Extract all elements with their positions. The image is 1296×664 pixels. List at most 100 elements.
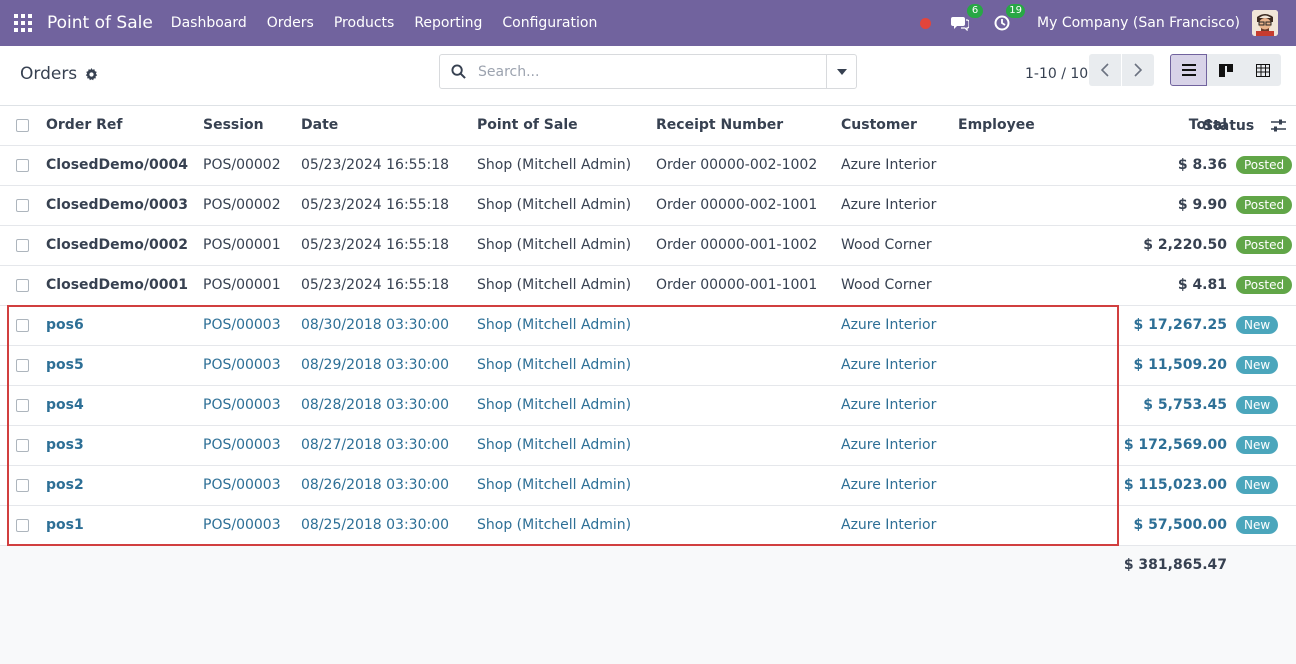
checkbox-cell: [0, 305, 46, 346]
table-row[interactable]: pos2 POS/00003 08/26/2018 03:30:00 Shop (Mi…: [0, 465, 1296, 506]
table-row[interactable]: pos3 POS/00003 08/27/2018 03:30:00 Shop (Mi…: [0, 425, 1296, 466]
customer-cell: Wood Corner: [841, 225, 958, 266]
menu-dashboard[interactable]: Dashboard: [171, 15, 247, 31]
checkbox-cell: [0, 145, 46, 186]
employee-cell: [958, 225, 1088, 266]
row-checkbox[interactable]: [16, 438, 29, 452]
status-badge: New: [1236, 476, 1279, 494]
session-cell: POS/00001: [203, 265, 301, 306]
employee-cell: [958, 465, 1088, 506]
status-badge: Posted: [1236, 236, 1293, 254]
status-badge: Posted: [1236, 156, 1293, 174]
table-row[interactable]: pos6 POS/00003 08/30/2018 03:30:00 Shop (Mi…: [0, 305, 1296, 346]
table-row[interactable]: ClosedDemo/0001 POS/00001 05/23/2024 16:55…: [0, 265, 1296, 306]
col-status[interactable]: Status: [1203, 118, 1254, 134]
search-input[interactable]: [476, 62, 826, 81]
clock-icon[interactable]: 19: [991, 4, 1026, 34]
order-ref-cell: ClosedDemo/0004: [46, 145, 203, 186]
total-cell: $ 57,500.00: [1088, 505, 1236, 546]
status-cell: Posted: [1236, 145, 1296, 186]
menu-reporting[interactable]: Reporting: [414, 15, 482, 31]
col-date[interactable]: Date: [301, 106, 477, 146]
list-icon: [1181, 64, 1196, 76]
row-checkbox[interactable]: [16, 358, 29, 372]
menu-products[interactable]: Products: [334, 15, 394, 31]
avatar[interactable]: [1252, 10, 1278, 36]
menu-configuration[interactable]: Configuration: [502, 15, 597, 31]
table-row[interactable]: ClosedDemo/0004 POS/00002 05/23/2024 16:55…: [0, 145, 1296, 186]
receipt-cell: Order 00000-001-1001: [656, 265, 841, 306]
row-checkbox[interactable]: [16, 238, 29, 252]
row-checkbox[interactable]: [16, 518, 29, 532]
row-checkbox[interactable]: [16, 158, 29, 172]
pivot-view-button[interactable]: [1244, 54, 1281, 86]
status-badge: New: [1236, 516, 1279, 534]
row-checkbox[interactable]: [16, 318, 29, 332]
column-settings-icon[interactable]: [1271, 119, 1286, 136]
select-all-checkbox[interactable]: [16, 118, 29, 132]
pos-cell: Shop (Mitchell Admin): [477, 465, 656, 506]
status-badge: New: [1236, 356, 1279, 374]
date-cell: 05/23/2024 16:55:18: [301, 145, 477, 186]
order-ref-cell: pos4: [46, 385, 203, 426]
customer-cell: Wood Corner: [841, 265, 958, 306]
menu-orders[interactable]: Orders: [267, 15, 314, 31]
app-brand[interactable]: Point of Sale: [47, 13, 153, 33]
employee-cell: [958, 505, 1088, 546]
apps-grid-icon[interactable]: [0, 0, 46, 46]
order-ref-cell: pos1: [46, 505, 203, 546]
chat-icon[interactable]: 6: [949, 4, 984, 34]
row-checkbox[interactable]: [16, 478, 29, 492]
row-checkbox[interactable]: [16, 198, 29, 212]
checkbox-cell: [0, 425, 46, 466]
status-cell: New: [1236, 505, 1296, 546]
search-options-toggle[interactable]: [826, 55, 856, 88]
kanban-view-button[interactable]: [1207, 54, 1244, 86]
col-employee[interactable]: Employee: [958, 106, 1088, 146]
col-receipt-number[interactable]: Receipt Number: [656, 106, 841, 146]
table-row[interactable]: ClosedDemo/0002 POS/00001 05/23/2024 16:55…: [0, 225, 1296, 266]
orders-table: Order Ref Session Date Point of Sale Rec…: [0, 106, 1296, 585]
col-order-ref[interactable]: Order Ref: [46, 106, 203, 146]
table-row[interactable]: pos5 POS/00003 08/29/2018 03:30:00 Shop (Mi…: [0, 345, 1296, 386]
session-cell: POS/00002: [203, 185, 301, 226]
col-session[interactable]: Session: [203, 106, 301, 146]
table-row[interactable]: ClosedDemo/0003 POS/00002 05/23/2024 16:55…: [0, 185, 1296, 226]
pager-value[interactable]: 1-10 / 10: [1025, 66, 1088, 82]
customer-cell: Azure Interior: [841, 345, 958, 386]
row-checkbox[interactable]: [16, 398, 29, 412]
table-row[interactable]: pos1 POS/00003 08/25/2018 03:30:00 Shop (Mi…: [0, 505, 1296, 546]
list-view-button[interactable]: [1170, 54, 1207, 86]
status-badge: New: [1236, 436, 1279, 454]
caret-down-icon: [836, 68, 847, 75]
total-cell: $ 11,509.20: [1088, 345, 1236, 386]
pager-next-button[interactable]: [1122, 54, 1154, 86]
chevron-left-icon: [1101, 63, 1109, 77]
order-ref-cell: pos2: [46, 465, 203, 506]
session-cell: POS/00003: [203, 305, 301, 346]
company-switcher[interactable]: My Company (San Francisco): [1037, 15, 1240, 31]
record-icon[interactable]: [920, 17, 932, 29]
control-panel: Orders 1-10 / 10: [0, 46, 1296, 106]
pager-previous-button[interactable]: [1089, 54, 1121, 86]
table-row[interactable]: pos4 POS/00003 08/28/2018 03:30:00 Shop (Mi…: [0, 385, 1296, 426]
navbar-systray: 6 19 My Company (San Francisco): [920, 0, 1296, 46]
date-cell: 08/26/2018 03:30:00: [301, 465, 477, 506]
employee-cell: [958, 425, 1088, 466]
total-cell: $ 5,753.45: [1088, 385, 1236, 426]
total-cell: $ 17,267.25: [1088, 305, 1236, 346]
messages-count-badge: 6: [967, 4, 984, 18]
order-ref-cell: ClosedDemo/0001: [46, 265, 203, 306]
row-checkbox[interactable]: [16, 278, 29, 292]
status-cell: New: [1236, 465, 1296, 506]
date-cell: 05/23/2024 16:55:18: [301, 225, 477, 266]
status-cell: New: [1236, 305, 1296, 346]
col-point-of-sale[interactable]: Point of Sale: [477, 106, 656, 146]
gear-icon[interactable]: [85, 67, 98, 81]
total-cell: $ 4.81: [1088, 265, 1236, 306]
status-cell: Posted: [1236, 225, 1296, 266]
order-ref-cell: pos6: [46, 305, 203, 346]
col-customer[interactable]: Customer: [841, 106, 958, 146]
checkbox-cell: [0, 345, 46, 386]
total-cell: $ 172,569.00: [1088, 425, 1236, 466]
